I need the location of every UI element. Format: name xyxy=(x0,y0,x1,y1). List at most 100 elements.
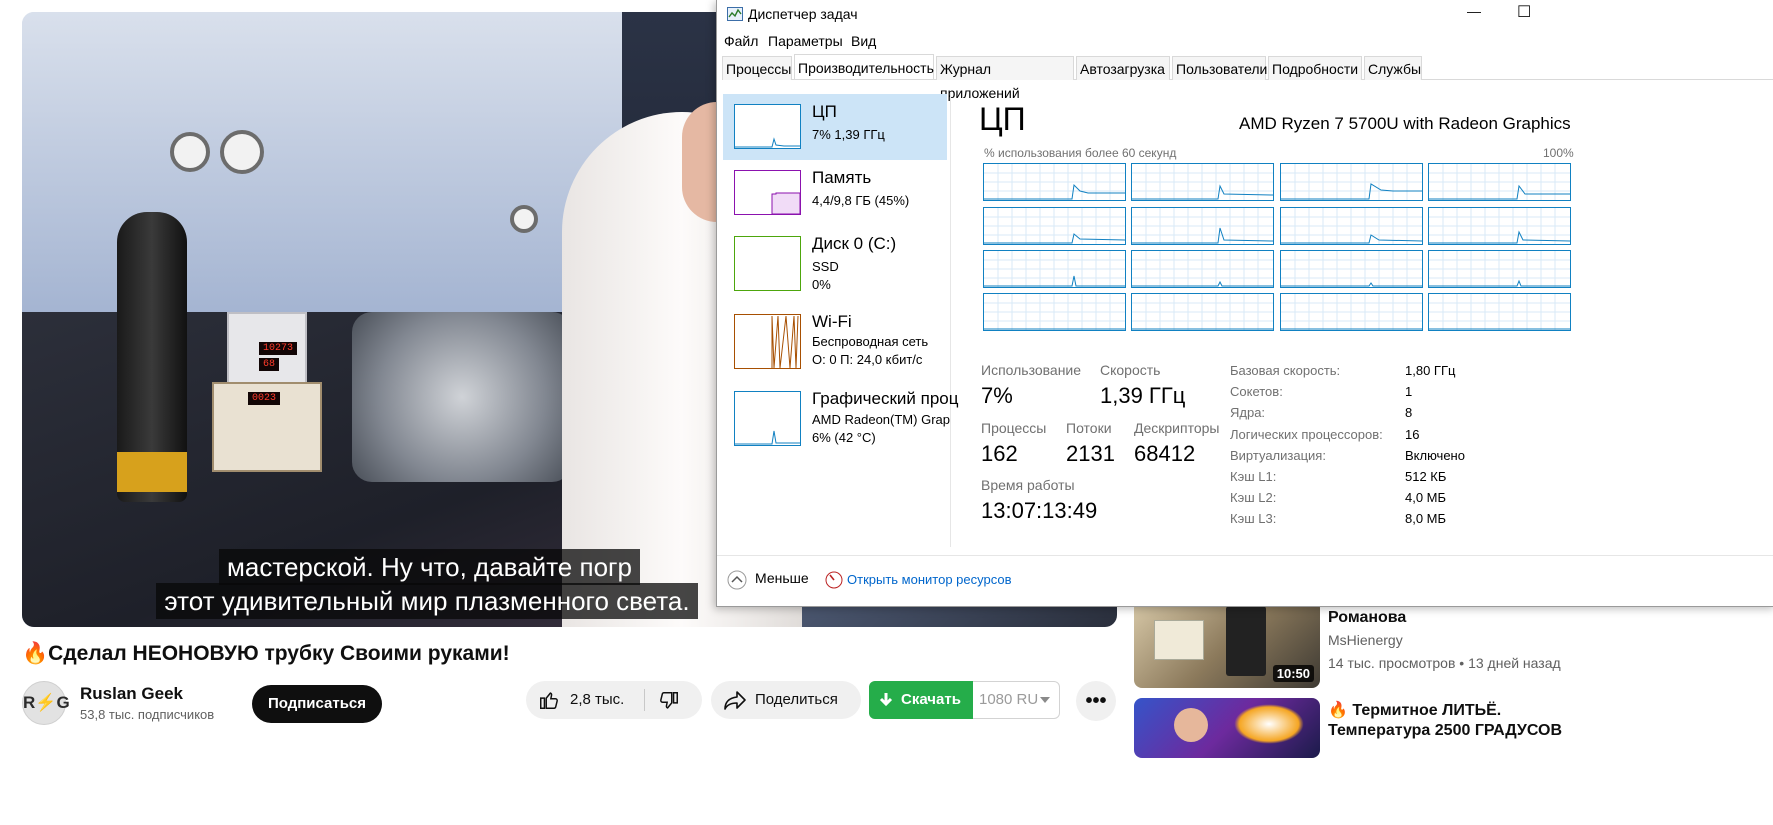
core-graph-plot xyxy=(1132,164,1274,200)
menu-view[interactable]: Вид xyxy=(851,33,876,49)
core-graph-plot xyxy=(1132,251,1273,287)
threads-label: Потоки xyxy=(1066,420,1112,436)
subscribe-button[interactable]: Подписаться xyxy=(252,685,382,723)
menu-file[interactable]: Файл xyxy=(724,33,758,49)
minimize-button[interactable]: — xyxy=(1467,3,1481,19)
share-label: Поделиться xyxy=(755,691,838,708)
video-scene-gauge xyxy=(220,130,264,174)
resource-usage: 0% xyxy=(812,277,831,292)
window-title: Диспетчер задач xyxy=(748,6,858,22)
core-graph xyxy=(1280,250,1423,288)
core-graph-plot xyxy=(1429,164,1570,200)
resource-item-disk[interactable]: Диск 0 (C:) SSD 0% xyxy=(723,226,947,292)
spec-value: 8 xyxy=(1405,405,1413,420)
core-graph-plot xyxy=(1281,294,1422,330)
resource-detail: Беспроводная сеть xyxy=(812,334,929,349)
core-graph-plot xyxy=(1281,208,1423,244)
resource-item-gpu[interactable]: Графический проц AMD Radeon(TM) Grap 6% … xyxy=(723,381,958,447)
thumbs-up-icon[interactable] xyxy=(538,689,560,711)
channel-avatar[interactable]: R⚡G xyxy=(22,681,70,725)
fewer-details-button[interactable]: Меньше xyxy=(755,570,809,586)
tab-performance[interactable]: Производительность xyxy=(794,54,934,79)
cpu-model: AMD Ryzen 7 5700U with Radeon Graphics xyxy=(1239,114,1571,133)
core-graph-plot xyxy=(984,294,1125,330)
core-graph-plot xyxy=(1281,164,1422,200)
download-arrow-icon xyxy=(879,693,893,707)
tab-users[interactable]: Пользователи xyxy=(1172,56,1267,80)
related-thumbnail-1[interactable]: 10:50 xyxy=(1134,600,1320,688)
cpu-mini-graph xyxy=(734,104,801,149)
menu-options[interactable]: Параметры xyxy=(768,33,843,49)
share-icon xyxy=(724,691,746,710)
tab-services[interactable]: Службы xyxy=(1364,56,1422,80)
resource-name: Диск 0 (C:) xyxy=(812,234,897,253)
resource-usage: 6% (42 °C) xyxy=(812,430,876,445)
download-quality-select[interactable]: 1080 RU xyxy=(973,681,1060,719)
memory-mini-graph xyxy=(734,170,801,215)
spec-value: 1 xyxy=(1405,384,1413,399)
graph-max-label: 100% xyxy=(1543,146,1574,160)
resource-detail: 4,4/9,8 ГБ (45%) xyxy=(812,193,910,208)
core-graph xyxy=(1428,163,1571,201)
channel-name[interactable]: Ruslan Geek xyxy=(80,684,183,704)
thumbnail-device xyxy=(1226,606,1266,676)
fire-icon: 🔥 xyxy=(1328,702,1348,719)
tab-app-history[interactable]: Журнал приложений xyxy=(936,56,1074,101)
like-count[interactable]: 2,8 тыс. xyxy=(570,681,624,719)
open-resource-monitor-link[interactable]: Открыть монитор ресурсов xyxy=(847,572,1011,587)
core-graph-plot xyxy=(984,164,1125,200)
disk-mini-graph xyxy=(734,236,801,291)
tab-processes[interactable]: Процессы xyxy=(722,56,792,80)
resource-item-cpu[interactable]: ЦП 7% 1,39 ГГц xyxy=(723,94,947,160)
resource-item-memory[interactable]: Память 4,4/9,8 ГБ (45%) xyxy=(723,160,947,226)
usage-label: Использование xyxy=(981,362,1082,378)
core-graph xyxy=(983,250,1126,288)
more-actions-button[interactable]: ••• xyxy=(1076,681,1116,721)
tab-details[interactable]: Подробности xyxy=(1268,56,1362,80)
uptime-label: Время работы xyxy=(981,477,1075,493)
download-button[interactable]: Скачать xyxy=(869,681,973,719)
processes-label: Процессы xyxy=(981,420,1047,436)
handles-label: Дескрипторы xyxy=(1134,420,1220,436)
tab-startup[interactable]: Автозагрузка xyxy=(1076,56,1170,80)
maximize-button[interactable]: ☐ xyxy=(1517,2,1531,22)
resource-detail: SSD xyxy=(812,259,839,274)
download-label: Скачать xyxy=(901,691,961,708)
tab-bar: Процессы Производительность Журнал прило… xyxy=(722,54,1773,101)
task-manager-app-icon xyxy=(727,7,743,21)
related-title-1[interactable]: Романова xyxy=(1328,609,1406,627)
related-title-2[interactable]: 🔥 Термитное ЛИТЬЁ. xyxy=(1328,700,1501,720)
resource-list: ЦП 7% 1,39 ГГц Память 4,4/9,8 ГБ (45%) Д… xyxy=(721,92,958,547)
video-duration-badge: 10:50 xyxy=(1272,665,1314,682)
resource-throughput: О: 0 П: 24,0 кбит/с xyxy=(812,352,923,367)
footer-divider xyxy=(717,555,1773,556)
resource-item-wifi[interactable]: Wi-Fi Беспроводная сеть О: 0 П: 24,0 кби… xyxy=(723,304,947,370)
share-button[interactable]: Поделиться xyxy=(711,681,861,719)
video-scene-gauge xyxy=(170,132,210,172)
video-scene-display: 10273 xyxy=(259,342,298,355)
quality-value: 1080 xyxy=(979,691,1013,708)
like-separator xyxy=(644,689,645,711)
video-title-text: Сделал НЕОНОВУЮ трубку Своими руками! xyxy=(48,642,510,665)
core-graph-plot xyxy=(1429,251,1570,287)
task-manager-window: Диспетчер задач — ☐ Файл Параметры Вид П… xyxy=(716,0,1773,607)
related-thumbnail-2[interactable] xyxy=(1134,698,1320,758)
core-graph-plot xyxy=(1132,294,1273,330)
uptime-value: 13:07:13:49 xyxy=(981,498,1098,523)
related-channel-1[interactable]: MsHienergy xyxy=(1328,632,1403,648)
core-graph xyxy=(1280,207,1423,245)
gpu-mini-graph xyxy=(734,391,801,446)
spec-value: 512 КБ xyxy=(1405,469,1447,484)
core-graph xyxy=(1131,293,1274,331)
thumbnail-face xyxy=(1174,708,1208,742)
thumbs-down-icon[interactable] xyxy=(658,690,680,712)
handles-value: 68412 xyxy=(1134,441,1196,466)
resource-name: Wi-Fi xyxy=(812,312,852,331)
collapse-chevron-icon[interactable] xyxy=(727,570,747,590)
chevron-down-icon xyxy=(1040,697,1050,703)
video-scene-meter: 10273 68 xyxy=(227,312,307,392)
core-graph xyxy=(1280,163,1423,201)
thumbnail-fire xyxy=(1234,704,1304,744)
core-graph xyxy=(983,207,1126,245)
related-title-2-line2[interactable]: Температура 2500 ГРАДУСОВ xyxy=(1328,722,1562,740)
